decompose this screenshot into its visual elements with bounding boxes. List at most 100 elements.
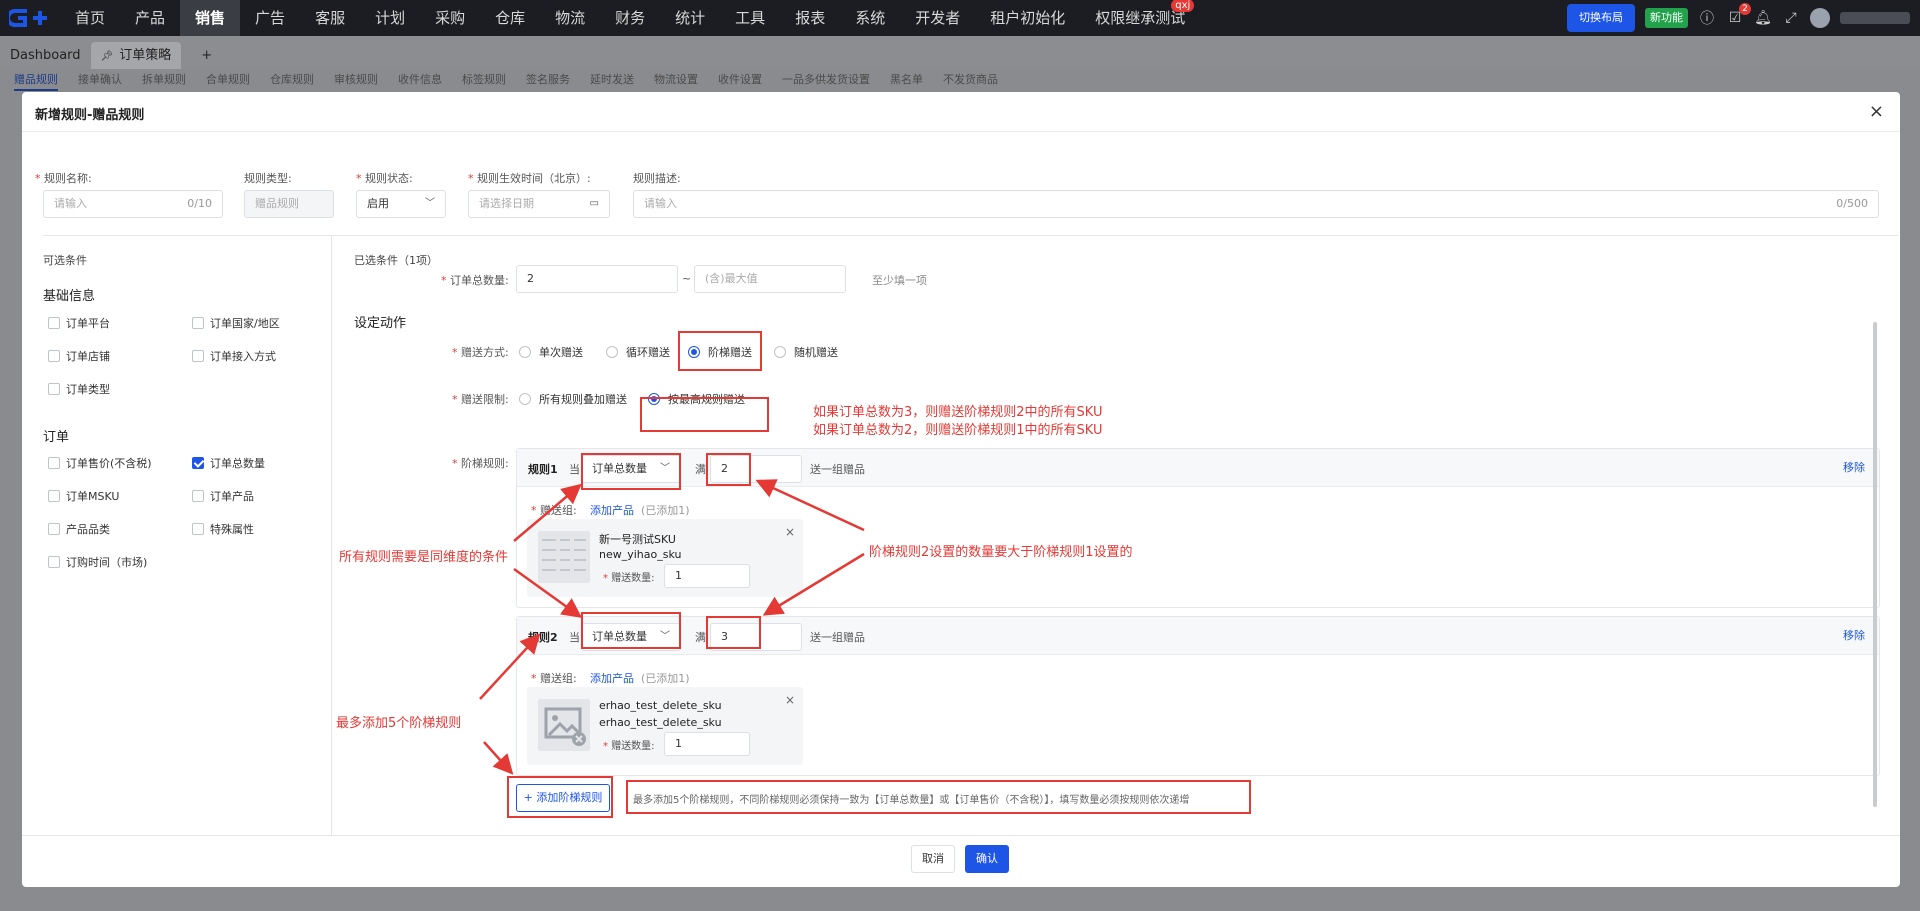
condition-checkbox[interactable]: 订单平台 (48, 315, 110, 331)
checkbox-box[interactable] (48, 317, 60, 329)
close-icon[interactable]: × (785, 525, 795, 539)
condition-checkbox[interactable]: 订单接入方式 (192, 348, 276, 364)
sub-tab[interactable]: 收件设置 (718, 69, 762, 91)
rule-desc-input[interactable]: 请输入 0/500 (633, 190, 1879, 218)
bell-icon[interactable]: 🔔︎ (1754, 10, 1772, 26)
nav-item[interactable]: 工具 (720, 0, 780, 36)
checkbox-box[interactable] (48, 490, 60, 502)
nav-item[interactable]: 物流 (540, 0, 600, 36)
sub-tab[interactable]: 仓库规则 (270, 69, 314, 91)
rule-status-select[interactable]: 启用 ﹀ (356, 190, 446, 218)
nav-item[interactable]: 广告 (240, 0, 300, 36)
required-mark: * (468, 172, 474, 185)
radio-option[interactable]: 所有规则叠加赠送 (519, 391, 627, 407)
gift-qty-input[interactable]: 1 (664, 564, 750, 588)
brand-logo[interactable] (0, 0, 60, 36)
nav-item[interactable]: 首页 (60, 0, 120, 36)
condition-checkbox[interactable]: 订单MSKU (48, 488, 119, 504)
remove-rule-link[interactable]: 移除 (1843, 459, 1865, 475)
date-picker-input[interactable]: 请选择日期 ▭ (468, 190, 610, 218)
checkbox-box[interactable] (48, 457, 60, 469)
radio-option[interactable]: 单次赠送 (519, 344, 583, 360)
close-icon[interactable]: × (785, 693, 795, 707)
condition-checkbox[interactable]: 订单总数量 (192, 455, 265, 471)
tab-dashboard[interactable]: Dashboard (0, 42, 91, 69)
checkbox-box[interactable] (192, 490, 204, 502)
nav-item[interactable]: 客服 (300, 0, 360, 36)
fullscreen-icon[interactable]: ⤢ (1782, 10, 1800, 26)
close-icon[interactable]: × (1869, 101, 1884, 122)
nav-item[interactable]: 产品 (120, 0, 180, 36)
help-icon[interactable]: ⓘ (1698, 8, 1716, 28)
sub-tab[interactable]: 一品多供发货设置 (782, 69, 870, 91)
radio-option[interactable]: 随机赠送 (774, 344, 838, 360)
condition-checkbox[interactable]: 订单产品 (192, 488, 254, 504)
modal-header: 新增规则-赠品规则 × (22, 92, 1900, 132)
sub-tab[interactable]: 收件信息 (398, 69, 442, 91)
checkbox-box[interactable] (192, 317, 204, 329)
radio-circle[interactable] (774, 346, 786, 358)
checkbox-box[interactable] (48, 350, 60, 362)
checkbox-box[interactable] (192, 350, 204, 362)
sub-tab[interactable]: 签名服务 (526, 69, 570, 91)
nav-item[interactable]: 租户初始化 (975, 0, 1080, 36)
condition-checkbox[interactable]: 订单类型 (48, 381, 110, 397)
sub-tab[interactable]: 黑名单 (890, 69, 923, 91)
nav-item[interactable]: 开发者 (900, 0, 975, 36)
checkbox-box[interactable] (192, 523, 204, 535)
sub-tab[interactable]: 物流设置 (654, 69, 698, 91)
condition-checkbox[interactable]: 特殊属性 (192, 521, 254, 537)
nav-item[interactable]: 仓库 (480, 0, 540, 36)
cancel-button[interactable]: 取消 (911, 845, 955, 873)
add-ladder-rule-button[interactable]: + 添加阶梯规则 (516, 784, 610, 812)
confirm-button[interactable]: 确认 (965, 845, 1009, 873)
scrollbar[interactable] (1873, 322, 1877, 807)
nav-item[interactable]: 系统 (840, 0, 900, 36)
radio-circle[interactable] (519, 393, 531, 405)
condition-checkbox[interactable]: 订单售价(不含税) (48, 455, 152, 471)
tab-order-strategy[interactable]: 📌︎ 订单策略 (90, 42, 182, 69)
nav-item[interactable]: 报表 (780, 0, 840, 36)
order-qty-max-input[interactable]: (含)最大值 (694, 265, 846, 293)
nav-item[interactable]: 采购 (420, 0, 480, 36)
sub-tab[interactable]: 标签规则 (462, 69, 506, 91)
radio-circle[interactable] (519, 346, 531, 358)
add-tab-button[interactable]: + (191, 42, 222, 69)
nav-item[interactable]: 计划 (360, 0, 420, 36)
nav-item[interactable]: 销售 (180, 0, 241, 36)
checkbox-box[interactable] (48, 556, 60, 568)
remove-rule-link[interactable]: 移除 (1843, 627, 1865, 643)
nav-item[interactable]: qxj 权限继承测试 (1080, 0, 1200, 36)
radio-option[interactable]: 循环赠送 (606, 344, 670, 360)
order-qty-min-input[interactable]: 2 (516, 265, 678, 293)
rule-name-input[interactable]: 请输入 0/10 (43, 190, 223, 218)
sub-tab[interactable]: 合单规则 (206, 69, 250, 91)
add-product-link[interactable]: 添加产品 (590, 502, 634, 518)
checkbox-box[interactable] (192, 457, 204, 469)
nav-item[interactable]: 统计 (660, 0, 720, 36)
avatar[interactable] (1810, 8, 1830, 28)
condition-checkbox[interactable]: 产品品类 (48, 521, 110, 537)
sub-tab[interactable]: 审核规则 (334, 69, 378, 91)
sub-tab[interactable]: 接单确认 (78, 69, 122, 91)
condition-checkbox[interactable]: 订单国家/地区 (192, 315, 280, 331)
switch-layout-button[interactable]: 切换布局 (1567, 4, 1635, 32)
gift-qty-input[interactable]: 1 (664, 732, 750, 756)
nav-item[interactable]: 财务 (600, 0, 660, 36)
radio-circle[interactable] (606, 346, 618, 358)
checkbox-box[interactable] (48, 523, 60, 535)
condition-checkbox[interactable]: 订购时间（市场) (48, 554, 147, 570)
ladder-rule-label: * 阶梯规则: (452, 455, 509, 471)
task-icon[interactable]: ☑ 2 (1726, 3, 1751, 26)
add-product-link[interactable]: 添加产品 (590, 670, 634, 686)
sub-tab[interactable]: 延时发送 (590, 69, 634, 91)
sub-tab[interactable]: 不发货商品 (943, 69, 998, 91)
image-placeholder-icon (538, 699, 590, 751)
sub-tab[interactable]: 拆单规则 (142, 69, 186, 91)
username-blurred[interactable] (1840, 12, 1910, 24)
condition-checkbox[interactable]: 订单店铺 (48, 348, 110, 364)
checkbox-box[interactable] (48, 383, 60, 395)
new-feature-button[interactable]: 新功能 (1645, 8, 1688, 28)
sub-tab[interactable]: 赠品规则 (14, 69, 58, 91)
checkbox-label: 订购时间（市场) (66, 556, 148, 569)
